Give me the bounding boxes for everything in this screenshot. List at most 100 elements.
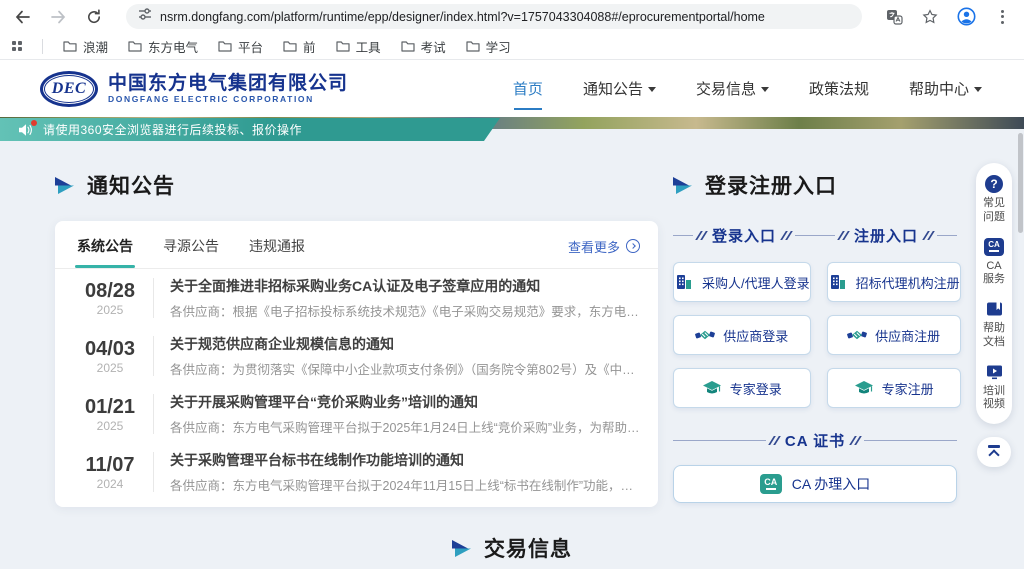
handshake-icon — [847, 325, 867, 345]
announcement-text: 请使用360安全浏览器进行后续投标、报价操作 — [43, 121, 302, 138]
bookmark-folder[interactable]: 前 — [283, 37, 316, 56]
register-entry-header: 注册入口 — [815, 225, 957, 246]
apps-grid-icon[interactable] — [12, 41, 22, 51]
translate-icon[interactable] — [884, 7, 904, 27]
help-docs-button[interactable]: 帮助文档 — [983, 300, 1005, 350]
notice-title: 关于全面推进非招标采购业务CA认证及电子签章应用的通知 — [170, 276, 642, 296]
folder-icon — [63, 40, 77, 52]
browser-toolbar: nsrm.dongfang.com/platform/runtime/epp/d… — [0, 0, 1024, 33]
bookmark-folder[interactable]: 平台 — [218, 37, 263, 56]
dec-logo-icon: DEC — [40, 71, 98, 107]
profile-avatar-icon[interactable] — [956, 7, 976, 27]
section-arrow-icon — [673, 177, 693, 194]
notice-title: 关于开展采购管理平台“竞价采购业务”培训的通知 — [170, 392, 642, 412]
supplier-register-button[interactable]: 供应商注册 — [827, 315, 961, 355]
notice-row[interactable]: 08/28 2025 关于全面推进非招标采购业务CA认证及电子签章应用的通知 各… — [55, 269, 658, 327]
expert-login-button[interactable]: 专家登录 — [673, 368, 811, 408]
bookmark-folder[interactable]: 东方电气 — [128, 37, 198, 56]
site-header: DEC 中国东方电气集团有限公司 DONGFANG ELECTRIC CORPO… — [0, 60, 1024, 117]
chevron-down-icon — [974, 87, 982, 92]
faq-button[interactable]: ? 常见问题 — [983, 175, 1005, 225]
notice-title: 关于规范供应商企业规模信息的通知 — [170, 334, 642, 354]
ca-certificate-section: CA 证书 CA CA 办理入口 — [673, 430, 957, 503]
section-arrow-icon — [452, 540, 472, 557]
scroll-to-top-button[interactable] — [977, 437, 1011, 467]
notice-row[interactable]: 11/07 2024 关于采购管理平台标书在线制作功能培训的通知 各供应商：东方… — [55, 443, 658, 501]
company-logo[interactable]: DEC 中国东方电气集团有限公司 DONGFANG ELECTRIC CORPO… — [40, 71, 348, 107]
video-icon — [985, 363, 1004, 381]
folder-icon — [336, 40, 350, 52]
forward-icon[interactable] — [48, 7, 68, 27]
notification-dot — [31, 120, 37, 126]
notice-desc: 各供应商：东方电气采购管理平台拟于2025年1月24日上线“竞价采购”业务，为帮… — [170, 417, 642, 436]
org-building-icon — [674, 272, 694, 292]
ca-service-button[interactable]: CA CA服务 — [983, 238, 1005, 288]
address-bar[interactable]: nsrm.dongfang.com/platform/runtime/epp/d… — [126, 4, 862, 29]
speaker-icon — [18, 123, 33, 137]
bookmark-star-icon[interactable] — [920, 7, 940, 27]
bookmarks-bar: 浪潮 东方电气 平台 前 工具 考试 学习 — [0, 33, 1024, 60]
graduation-cap-icon — [702, 378, 722, 398]
login-entry-header: 登录入口 — [673, 225, 815, 246]
bidding-agency-register-button[interactable]: 招标代理机构注册 — [827, 262, 961, 302]
browser-menu-icon[interactable] — [992, 7, 1012, 27]
notice-desc: 各供应商：为贯彻落实《保障中小企业款项支付条例》（国务院令第802号）及《中小企… — [170, 359, 642, 378]
org-building-icon — [828, 272, 848, 292]
tab-violation-reports[interactable]: 违规通报 — [249, 236, 305, 268]
question-mark-icon: ? — [985, 175, 1003, 193]
nav-help-center[interactable]: 帮助中心 — [909, 74, 982, 103]
tab-system-notices[interactable]: 系统公告 — [77, 236, 133, 268]
folder-icon — [128, 40, 142, 52]
divider — [153, 336, 154, 376]
bookmark-folder[interactable]: 考试 — [401, 37, 446, 56]
notice-date: 01/21 2025 — [73, 395, 147, 433]
nav-trade-info[interactable]: 交易信息 — [696, 74, 769, 103]
chevron-down-icon — [648, 87, 656, 92]
back-icon[interactable] — [12, 7, 32, 27]
section-title: 交易信息 — [484, 533, 572, 563]
folder-icon — [401, 40, 415, 52]
nav-notices[interactable]: 通知公告 — [583, 74, 656, 103]
login-register-panel: 登录注册入口 登录入口 注册入口 采购人/代理人登录 — [663, 170, 963, 503]
company-name: 中国东方电气集团有限公司 DONGFANG ELECTRIC CORPORATI… — [108, 73, 348, 105]
notices-section-header: 通知公告 — [55, 170, 658, 200]
folder-icon — [283, 40, 297, 52]
divider — [153, 278, 154, 318]
notice-date: 11/07 2024 — [73, 453, 147, 491]
announcement-bar: 请使用360安全浏览器进行后续投标、报价操作 — [0, 118, 500, 141]
supplier-login-button[interactable]: 供应商登录 — [673, 315, 811, 355]
ca-apply-entry-button[interactable]: CA CA 办理入口 — [673, 465, 957, 503]
bookmark-folder[interactable]: 浪潮 — [63, 37, 108, 56]
page: nsrm.dongfang.com/platform/runtime/epp/d… — [0, 0, 1024, 569]
purchaser-agent-login-button[interactable]: 采购人/代理人登录 — [673, 262, 811, 302]
notice-date: 04/03 2025 — [73, 337, 147, 375]
section-title: 通知公告 — [87, 170, 175, 200]
nav-policies[interactable]: 政策法规 — [809, 74, 869, 103]
notice-date: 08/28 2025 — [73, 279, 147, 317]
expert-register-button[interactable]: 专家注册 — [827, 368, 961, 408]
training-videos-button[interactable]: 培训视频 — [983, 363, 1005, 413]
page-scrollbar[interactable] — [1018, 133, 1023, 233]
bookmarks-separator — [42, 39, 43, 54]
bookmark-folder[interactable]: 工具 — [336, 37, 381, 56]
notices-tabs: 系统公告 寻源公告 违规通报 查看更多 — [55, 221, 658, 268]
refresh-icon[interactable] — [84, 7, 104, 27]
bookmark-folder[interactable]: 学习 — [466, 37, 511, 56]
floating-help-rail: ? 常见问题 CA CA服务 帮助文档 培训视频 — [976, 163, 1012, 424]
view-more-link[interactable]: 查看更多 — [568, 237, 640, 268]
company-name-en: DONGFANG ELECTRIC CORPORATION — [108, 94, 348, 104]
site-settings-tune-icon[interactable] — [138, 7, 152, 26]
main-nav: 首页 通知公告 交易信息 政策法规 帮助中心 — [513, 74, 982, 103]
scroll-top-icon — [988, 445, 1000, 448]
notice-row[interactable]: 01/21 2025 关于开展采购管理平台“竞价采购业务”培训的通知 各供应商：… — [55, 385, 658, 443]
notice-row[interactable]: 04/03 2025 关于规范供应商企业规模信息的通知 各供应商：为贯彻落实《保… — [55, 327, 658, 385]
company-name-cn: 中国东方电气集团有限公司 — [108, 73, 348, 95]
notice-desc: 各供应商：东方电气采购管理平台拟于2024年11月15日上线“标书在线制作”功能… — [170, 475, 642, 494]
graduation-cap-icon — [854, 378, 874, 398]
divider — [153, 394, 154, 434]
nav-home[interactable]: 首页 — [513, 74, 543, 103]
section-arrow-icon — [55, 177, 75, 194]
section-title: 登录注册入口 — [705, 170, 837, 200]
tab-sourcing-notices[interactable]: 寻源公告 — [163, 236, 219, 268]
notice-title: 关于采购管理平台标书在线制作功能培训的通知 — [170, 450, 642, 470]
